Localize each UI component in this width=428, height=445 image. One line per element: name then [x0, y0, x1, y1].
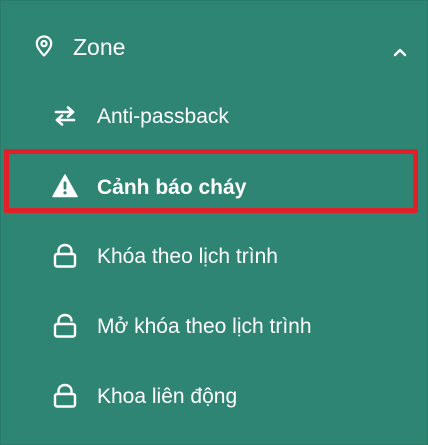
zone-label: Zone: [73, 34, 126, 60]
menu-item-label: Khoa liên động: [97, 385, 238, 408]
highlight-box: [4, 149, 418, 213]
chevron-up-icon[interactable]: [393, 47, 407, 57]
menu-item-label: Mở khóa theo lịch trình: [97, 315, 312, 338]
menu-item-label: Anti-passback: [97, 105, 229, 128]
menu-item-anti-passback[interactable]: Anti-passback: [1, 81, 428, 151]
lock-icon: [53, 243, 77, 268]
menu-item-label: Khóa theo lịch trình: [97, 245, 278, 268]
menu-item-scheduled-lock[interactable]: Khóa theo lịch trình: [1, 221, 428, 291]
sidebar-menu-panel: Zone Anti-passback Cảnh báo cháy Khóa th…: [0, 0, 428, 445]
menu-item-interlock[interactable]: Khoa liên động: [1, 361, 428, 431]
location-pin-icon: [35, 35, 53, 57]
menu-zone-header[interactable]: Zone: [1, 11, 428, 81]
lock-icon: [53, 383, 77, 408]
unlock-icon: [53, 313, 77, 338]
menu-item-scheduled-unlock[interactable]: Mở khóa theo lịch trình: [1, 291, 428, 361]
arrows-exchange-icon: [54, 106, 76, 126]
